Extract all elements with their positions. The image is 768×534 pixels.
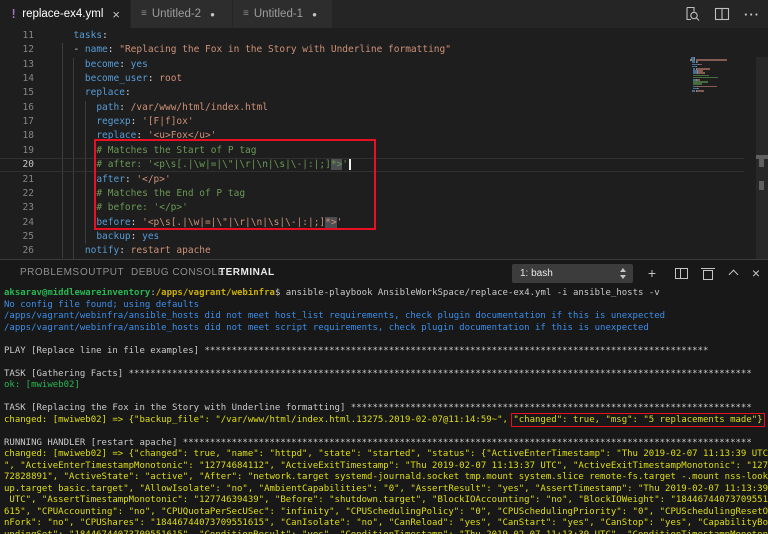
line-number: 11 — [22, 30, 34, 41]
tab-title: Untitled-1 — [253, 8, 304, 20]
line-number: 26 — [22, 245, 34, 257]
vscode-window: ! replace-ex4.yml × ≡ Untitled-2 ● ≡ Unt… — [0, 0, 768, 534]
panel-tab-terminal[interactable]: TERMINAL — [219, 267, 275, 278]
editor-line: 12 - name: "Replacing the Fox in the Sto… — [0, 43, 744, 57]
editor-line: 18 replace: '<u>Fox</u>' — [0, 129, 744, 143]
terminal-row: ", "ActiveEnterTimestampMonotonic": "127… — [4, 460, 768, 471]
tab-untitled-2[interactable]: ≡ Untitled-2 ● — [131, 0, 233, 28]
minimap-line — [695, 59, 728, 61]
terminal-output[interactable]: aksarav@middlewareinventory:/apps/vagran… — [4, 288, 768, 534]
line-number: 25 — [22, 230, 34, 242]
terminal-row — [4, 357, 768, 369]
terminal-row: 72828891", "ActiveState": "active", "Aft… — [4, 472, 768, 482]
editor-line: 13 become: yes — [0, 58, 744, 72]
panel-tab-problems[interactable]: PROBLEMS — [20, 267, 80, 278]
more-actions-icon[interactable]: ··· — [744, 7, 760, 22]
editor-surface[interactable]: 11 tasks: 12 - name: "Replacing the Fox i… — [0, 28, 768, 259]
line-number: 18 — [22, 130, 34, 142]
editor-line: 24 before: '<p\s[.|\w|=|\"|\r|\n|\s|\-|:… — [0, 216, 744, 230]
terminal-row: TASK [Gathering Facts] *****************… — [4, 368, 752, 379]
terminal-row: /apps/vagrant/webinfra/ansible_hosts did… — [4, 322, 649, 333]
tab-untitled-1[interactable]: ≡ Untitled-1 ● — [233, 0, 333, 28]
text-cursor — [349, 159, 351, 171]
terminal-row: up.target basic.target", "AllowIsolate":… — [4, 483, 768, 494]
editor-line: 11 tasks: — [0, 29, 744, 43]
minimap-line — [699, 63, 702, 66]
terminal-row — [4, 426, 768, 438]
yaml-icon: ! — [10, 7, 18, 21]
tab-title: replace-ex4.yml — [22, 8, 104, 20]
panel-tab-output[interactable]: OUTPUT — [80, 267, 124, 278]
terminal-row: aksarav@middlewareinventory:/apps/vagran… — [4, 288, 660, 298]
maximize-panel-icon[interactable] — [724, 263, 742, 283]
minimap-line — [716, 76, 718, 79]
terminal-row: 615", "CPUAccounting": "no", "CPUQuotaPe… — [4, 506, 768, 517]
scrollbar-mark — [759, 159, 764, 167]
scrollbar-mark — [759, 181, 764, 190]
kill-terminal-icon[interactable] — [699, 263, 717, 283]
terminal-row: RUNNING HANDLER [restart apache] *******… — [4, 437, 752, 448]
terminal-row: changed: [mwiweb02] => {"changed": true,… — [4, 449, 768, 459]
shell-select-value: 1: bash — [520, 268, 553, 279]
panel-tab-debug-console[interactable]: DEBUG CONSOLE — [131, 267, 225, 278]
split-terminal-icon[interactable] — [672, 263, 690, 283]
editor-line: 20 # after: '<p\s[.|\w|=|\"|\r|\n|\s|\-|… — [0, 158, 744, 173]
line-number: 12 — [22, 44, 34, 56]
editor-line: 25 backup: yes — [0, 230, 744, 244]
terminal-row: PLAY [Replace line in file examples] ***… — [4, 345, 709, 356]
new-terminal-icon[interactable]: + — [643, 263, 661, 283]
terminal-row: undingSet": "18446744073709551615", "Con… — [4, 530, 768, 534]
editor-line: 14 become_user: root — [0, 72, 744, 86]
close-panel-icon[interactable]: × — [747, 263, 765, 283]
tab-title: Untitled-2 — [151, 8, 202, 20]
split-editor-icon[interactable] — [714, 6, 730, 22]
line-number: 23 — [22, 202, 34, 214]
open-preview-icon[interactable] — [684, 6, 700, 22]
terminal-row: nFork": "no", "CPUShares": "184467440737… — [4, 518, 768, 528]
close-icon[interactable]: × — [112, 7, 120, 22]
editor-line: 15 replace: — [0, 86, 744, 100]
line-number: 16 — [22, 101, 34, 113]
terminal-row: UTC", "AssertTimestampMonotonic": "12774… — [4, 495, 768, 505]
editor-scrollbar[interactable] — [756, 57, 768, 259]
select-arrows-icon — [619, 268, 627, 279]
editor-line: 17 regexp: '[F|f]ox' — [0, 115, 744, 129]
terminal-row: changed: [mwiweb02] => {"backup_file": "… — [4, 412, 765, 427]
terminal-row: No config file found; using defaults — [4, 299, 200, 310]
line-number: 24 — [22, 216, 34, 228]
terminal-shell-select[interactable]: 1: bash — [512, 264, 633, 283]
terminal-row — [4, 392, 768, 404]
minimap-line — [716, 85, 718, 88]
minimap-line — [697, 85, 716, 88]
editor-tab-bar: ! replace-ex4.yml × ≡ Untitled-2 ● ≡ Unt… — [0, 0, 768, 28]
terminal-row: ok: [mwiweb02] — [4, 380, 80, 390]
minimap-line — [696, 90, 705, 92]
annotation-box-terminal: "changed": true, "msg": "5 replacements … — [511, 412, 765, 427]
terminal-row: /apps/vagrant/webinfra/ansible_hosts did… — [4, 311, 666, 321]
editor-line: 21 after: '</p>' — [0, 173, 744, 187]
editor-line: 16 path: /var/www/html/index.html — [0, 101, 744, 115]
editor-actions: ··· — [684, 0, 760, 28]
terminal-row: TASK [Replacing the Fox in the Story wit… — [4, 403, 752, 413]
line-number: 21 — [22, 173, 34, 185]
line-number: 20 — [22, 159, 34, 171]
terminal-row — [4, 334, 768, 346]
line-number: 22 — [22, 187, 34, 199]
file-icon: ≡ — [243, 8, 249, 19]
editor-line: 22 # Matches the End of P tag — [0, 187, 744, 201]
editor-code: 11 tasks: 12 - name: "Replacing the Fox i… — [0, 29, 756, 259]
line-number: 14 — [22, 73, 34, 85]
line-number: 15 — [22, 87, 34, 99]
dirty-indicator-icon[interactable]: ● — [210, 10, 215, 19]
file-icon: ≡ — [141, 8, 147, 19]
tab-replace-ex4[interactable]: ! replace-ex4.yml × — [0, 0, 131, 28]
line-number: 13 — [22, 58, 34, 70]
editor-line: 19 # Matches the Start of P tag — [0, 144, 744, 158]
editor-line: 23 # before: '</p>' — [0, 201, 744, 215]
dirty-indicator-icon[interactable]: ● — [312, 10, 317, 19]
minimap[interactable] — [690, 57, 756, 259]
line-number: 19 — [22, 144, 34, 156]
line-number: 17 — [22, 116, 34, 128]
editor-line: 26 notify: restart apache — [0, 244, 744, 258]
